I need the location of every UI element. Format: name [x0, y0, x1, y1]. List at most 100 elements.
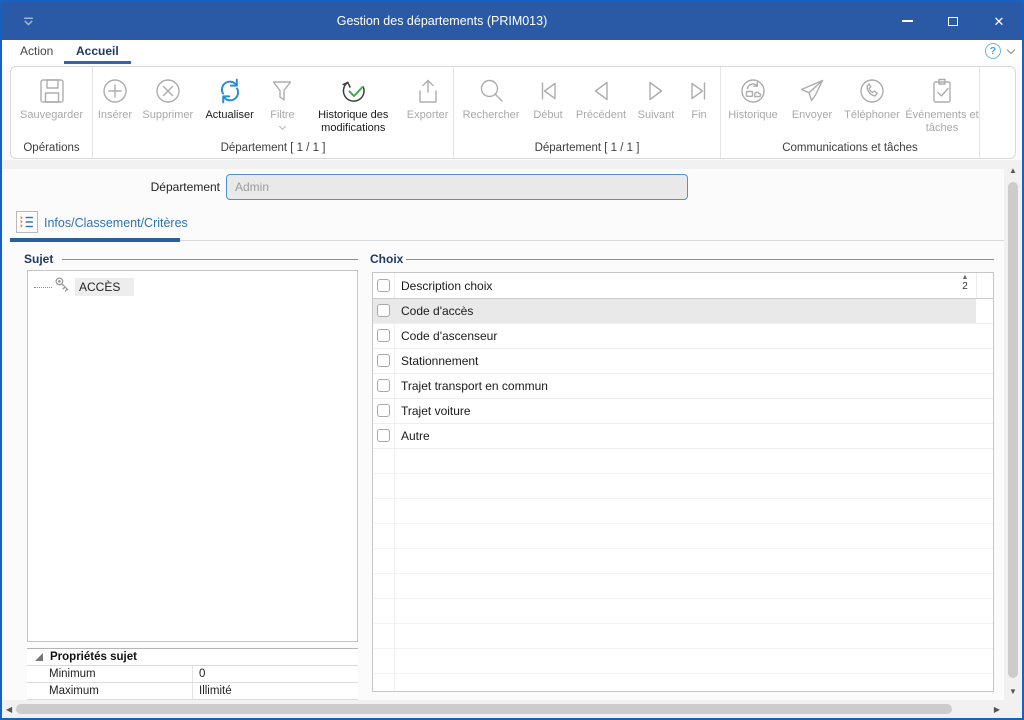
send-button[interactable]: Envoyer — [785, 72, 839, 122]
modification-history-button[interactable]: Historique des modifications — [304, 72, 402, 134]
tab-divider-line — [180, 240, 1006, 241]
table-row-empty — [373, 574, 993, 599]
row-end-cell — [976, 399, 993, 424]
sujet-legend-line — [62, 259, 358, 260]
property-row: Minimum 0 — [27, 666, 358, 683]
table-row[interactable]: Code d'ascenseur — [373, 324, 993, 349]
filter-button[interactable]: Filtre — [261, 72, 305, 129]
row-checkbox[interactable] — [377, 379, 390, 392]
last-button[interactable]: Fin — [680, 72, 718, 122]
search-icon — [476, 74, 506, 108]
table-row[interactable]: Code d'accès — [373, 299, 993, 324]
events-tasks-icon — [927, 74, 957, 108]
events-tasks-button[interactable]: Événements et tâches — [905, 72, 979, 134]
table-row[interactable]: Stationnement — [373, 349, 993, 374]
ribbon-filler — [980, 67, 1015, 158]
menubar: Action Accueil ? — [2, 40, 1022, 64]
close-button[interactable]: ✕ — [976, 2, 1022, 40]
sujet-legend: Sujet — [24, 252, 53, 266]
delete-button[interactable]: Supprimer — [137, 72, 199, 122]
table-row[interactable]: Autre — [373, 424, 993, 449]
ribbon-group-label: Département [ 1 / 1 ] — [454, 142, 720, 154]
table-row-empty — [373, 674, 993, 692]
tab-infos-classement-criteres[interactable]: Infos/Classement/Critères — [44, 216, 188, 230]
ribbon-content-divider — [2, 160, 1022, 169]
help-button[interactable]: ? — [985, 43, 1001, 59]
row-end-cell — [976, 324, 993, 349]
ribbon-group-label: Opérations — [11, 142, 92, 154]
row-label: Stationnement — [401, 354, 478, 368]
table-row[interactable]: Trajet voiture — [373, 399, 993, 424]
menu-tab-action[interactable]: Action — [8, 40, 65, 64]
vertical-scroll-thumb[interactable] — [1008, 182, 1018, 678]
property-name: Minimum — [27, 668, 192, 680]
choix-legend: Choix — [370, 252, 403, 266]
scroll-down-icon[interactable]: ▼ — [1004, 687, 1022, 696]
row-label: Code d'ascenseur — [401, 329, 497, 343]
minimize-button[interactable] — [884, 2, 930, 40]
properties-panel: Propriétés sujet Minimum 0 Maximum Illim… — [27, 648, 358, 700]
department-field[interactable] — [226, 174, 688, 200]
scroll-right-icon[interactable]: ▶ — [994, 700, 1000, 718]
key-icon — [54, 276, 71, 298]
history-comm-icon — [738, 74, 768, 108]
previous-icon — [586, 74, 616, 108]
ribbon-group-communications: Historique Envoyer Téléphoner — [721, 67, 980, 158]
row-label: Autre — [401, 429, 430, 443]
previous-button[interactable]: Précédent — [570, 72, 632, 122]
minimize-icon — [902, 20, 913, 22]
properties-header[interactable]: Propriétés sujet — [27, 649, 358, 666]
table-row-empty — [373, 524, 993, 549]
choix-table: Description choix ▲ 2 Code d'accès Code … — [372, 272, 994, 692]
select-all-checkbox[interactable] — [377, 279, 390, 292]
row-checkbox[interactable] — [377, 404, 390, 417]
phone-icon — [857, 74, 887, 108]
column-header-label[interactable]: Description choix — [401, 279, 492, 293]
ribbon-group-departement-nav: Rechercher Début Précédent — [454, 67, 721, 158]
refresh-button[interactable]: Actualiser — [199, 72, 261, 122]
export-button[interactable]: Exporter — [402, 72, 453, 122]
tree-item-label: ACCÈS — [75, 278, 134, 296]
save-icon — [37, 74, 67, 108]
first-button[interactable]: Début — [526, 72, 570, 122]
horizontal-scrollbar[interactable]: ◀ ▶ — [2, 700, 1004, 718]
vertical-scrollbar[interactable]: ▲ ▼ — [1004, 162, 1022, 700]
row-end-cell — [976, 374, 993, 399]
sort-asc-icon: ▲ — [957, 274, 973, 281]
sujet-tree: ACCÈS — [27, 270, 358, 642]
next-button[interactable]: Suivant — [632, 72, 680, 122]
collapse-icon — [35, 653, 43, 661]
scrollbar-corner — [1004, 700, 1022, 718]
search-button[interactable]: Rechercher — [456, 72, 526, 122]
send-icon — [797, 74, 827, 108]
row-checkbox[interactable] — [377, 429, 390, 442]
phone-button[interactable]: Téléphoner — [839, 72, 905, 122]
insert-button[interactable]: Insérer — [93, 72, 137, 122]
save-button[interactable]: Sauvegarder — [12, 72, 92, 122]
row-checkbox[interactable] — [377, 354, 390, 367]
row-end-cell — [976, 424, 993, 449]
scroll-left-icon[interactable]: ◀ — [6, 700, 12, 718]
maximize-button[interactable] — [930, 2, 976, 40]
history-check-icon — [338, 74, 368, 108]
window-title: Gestion des départements (PRIM013) — [2, 2, 882, 40]
menu-tab-accueil[interactable]: Accueil — [64, 40, 131, 64]
row-checkbox[interactable] — [377, 304, 390, 317]
table-row[interactable]: Trajet transport en commun — [373, 374, 993, 399]
horizontal-scroll-thumb[interactable] — [16, 704, 952, 714]
tree-item-acces[interactable]: ACCÈS — [34, 277, 134, 297]
property-value[interactable]: 0 — [192, 666, 358, 682]
sort-indicator[interactable]: ▲ 2 — [957, 274, 973, 292]
row-end-cell — [976, 299, 993, 324]
chevron-down-icon[interactable] — [1007, 45, 1015, 53]
scroll-up-icon[interactable]: ▲ — [1004, 166, 1022, 175]
sort-order-badge: 2 — [957, 282, 973, 292]
row-checkbox[interactable] — [377, 329, 390, 342]
row-label: Trajet transport en commun — [401, 379, 548, 393]
department-label: Département — [42, 180, 220, 194]
property-value[interactable]: Illimité — [192, 683, 358, 699]
history-button[interactable]: Historique — [721, 72, 785, 122]
ribbon-group-departement-edit: Insérer Supprimer Actualiser — [93, 67, 454, 158]
choix-legend-line — [406, 259, 994, 260]
table-header[interactable]: Description choix ▲ 2 — [373, 273, 993, 299]
